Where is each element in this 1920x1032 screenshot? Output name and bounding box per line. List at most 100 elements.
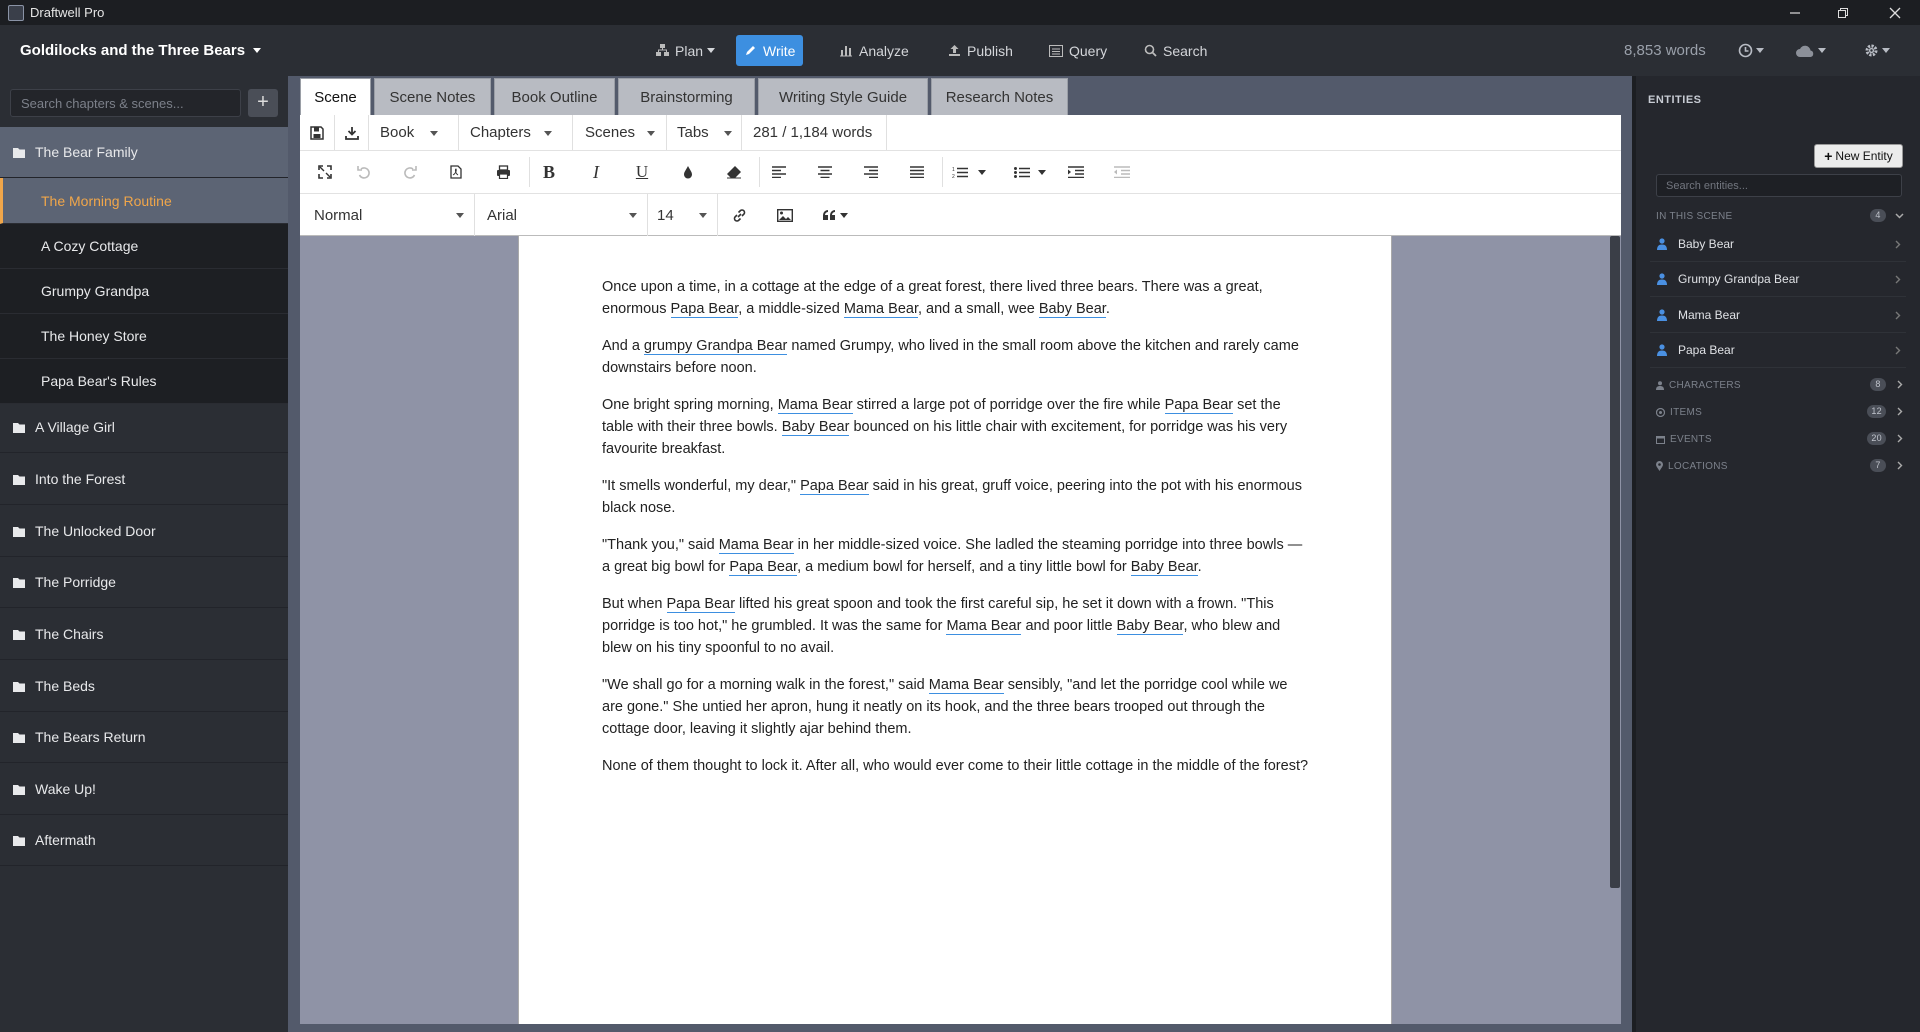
events-section[interactable]: EVENTS 20 (1656, 429, 1906, 449)
entity-link[interactable]: Baby Bear (1116, 618, 1184, 635)
entity-item[interactable]: Baby Bear (1650, 227, 1906, 262)
tab-scene[interactable]: Scene (300, 78, 371, 115)
chapter-item[interactable]: Aftermath (0, 815, 288, 866)
align-left-button[interactable] (766, 151, 792, 193)
items-section[interactable]: ITEMS 12 (1656, 402, 1906, 422)
tab-book-outline[interactable]: Book Outline (494, 78, 615, 115)
export-button[interactable] (335, 115, 368, 150)
paragraph-style-select[interactable]: Normal (314, 194, 474, 236)
fullscreen-button[interactable] (312, 151, 338, 193)
chapter-item[interactable]: Wake Up! (0, 764, 288, 815)
scene-paragraph[interactable]: "It smells wonderful, my dear," Papa Bea… (602, 475, 1312, 519)
tabs-select[interactable]: Tabs (677, 115, 742, 150)
tab-brainstorming[interactable]: Brainstorming (618, 78, 755, 115)
scene-paragraph[interactable]: And a grumpy Grandpa Bear named Grumpy, … (602, 335, 1312, 379)
scene-item[interactable]: The Morning Routine (0, 178, 288, 224)
align-center-button[interactable] (812, 151, 838, 193)
scene-paragraph[interactable]: "Thank you," said Mama Bear in her middl… (602, 534, 1312, 578)
menu-write[interactable]: Write (736, 35, 804, 66)
menu-search[interactable]: Search (1136, 35, 1215, 66)
underline-button[interactable]: U (629, 151, 655, 193)
redo-button[interactable] (397, 151, 423, 193)
tab-research-notes[interactable]: Research Notes (931, 78, 1068, 115)
close-window-button[interactable] (1872, 0, 1918, 25)
tab-writing-style-guide[interactable]: Writing Style Guide (758, 78, 928, 115)
entity-search-input[interactable] (1656, 174, 1902, 197)
undo-button[interactable] (351, 151, 377, 193)
menu-query[interactable]: Query (1041, 35, 1115, 66)
entity-link[interactable]: Papa Bear (800, 478, 869, 495)
numbered-list-button[interactable]: 12 (949, 151, 989, 193)
bold-button[interactable]: B (536, 151, 562, 193)
entity-link[interactable]: Mama Bear (718, 537, 794, 554)
cloud-sync-dropdown[interactable] (1795, 25, 1826, 76)
menu-plan[interactable]: Plan (648, 35, 723, 66)
scene-paragraph[interactable]: "We shall go for a morning walk in the f… (602, 674, 1312, 740)
entity-item[interactable]: Papa Bear (1650, 333, 1906, 368)
editor-scrollbar[interactable] (1610, 236, 1620, 888)
menu-analyze[interactable]: Analyze (831, 35, 917, 66)
entity-link[interactable]: Papa Bear (1164, 397, 1234, 414)
locations-section[interactable]: LOCATIONS 7 (1656, 456, 1906, 476)
minimize-button[interactable] (1772, 0, 1818, 25)
add-chapter-button[interactable]: + (248, 89, 278, 117)
outdent-button[interactable] (1109, 151, 1135, 193)
insert-link-button[interactable] (726, 194, 752, 236)
chapters-select[interactable]: Chapters (470, 115, 562, 150)
scene-item[interactable]: A Cozy Cottage (0, 224, 288, 269)
scene-paragraph[interactable]: One bright spring morning, Mama Bear sti… (602, 394, 1312, 460)
book-select[interactable]: Book (380, 115, 448, 150)
chapter-item[interactable]: The Beds (0, 661, 288, 712)
entity-link[interactable]: Papa Bear (729, 559, 798, 576)
settings-dropdown[interactable] (1864, 25, 1890, 76)
new-entity-button[interactable]: + New Entity (1814, 144, 1903, 168)
menu-publish[interactable]: Publish (940, 35, 1021, 66)
entity-link[interactable]: Papa Bear (666, 596, 736, 613)
font-size-select[interactable]: 14 (657, 194, 717, 236)
save-button[interactable] (300, 115, 334, 150)
entity-link[interactable]: Mama Bear (928, 677, 1004, 694)
insert-image-button[interactable] (772, 194, 798, 236)
entity-item[interactable]: Mama Bear (1650, 298, 1906, 333)
document-page[interactable]: Once upon a time, in a cottage at the ed… (518, 236, 1392, 1024)
history-dropdown[interactable] (1738, 25, 1764, 76)
in-this-scene-header[interactable]: IN THIS SCENE 4 (1656, 206, 1906, 226)
scene-item[interactable]: Grumpy Grandpa (0, 269, 288, 314)
entity-item[interactable]: Grumpy Grandpa Bear (1650, 262, 1906, 297)
clear-format-button[interactable] (721, 151, 747, 193)
indent-button[interactable] (1063, 151, 1089, 193)
tab-scene-notes[interactable]: Scene Notes (374, 78, 491, 115)
entity-link[interactable]: Papa Bear (670, 301, 739, 318)
chapter-item[interactable]: The Porridge (0, 557, 288, 608)
scene-text[interactable]: Once upon a time, in a cottage at the ed… (602, 276, 1312, 792)
print-button[interactable] (490, 151, 516, 193)
entity-link[interactable]: Baby Bear (1130, 559, 1198, 576)
chapter-item[interactable]: The Bears Return (0, 712, 288, 763)
scenes-select[interactable]: Scenes (585, 115, 665, 150)
export-pdf-button[interactable] (443, 151, 469, 193)
font-family-select[interactable]: Arial (487, 194, 647, 236)
entity-link[interactable]: Mama Bear (843, 301, 918, 318)
scene-paragraph[interactable]: Once upon a time, in a cottage at the ed… (602, 276, 1312, 320)
restore-button[interactable] (1820, 0, 1866, 25)
align-right-button[interactable] (858, 151, 884, 193)
chapter-item[interactable]: The Bear Family (0, 127, 288, 178)
text-color-button[interactable] (675, 151, 701, 193)
scene-paragraph[interactable]: But when Papa Bear lifted his great spoo… (602, 593, 1312, 659)
scene-item[interactable]: The Honey Store (0, 314, 288, 359)
entity-link[interactable]: Baby Bear (1038, 301, 1106, 318)
justify-button[interactable] (904, 151, 930, 193)
chapter-item[interactable]: The Chairs (0, 609, 288, 660)
chapter-item[interactable]: Into the Forest (0, 454, 288, 505)
chapter-search-input[interactable] (10, 89, 241, 117)
entity-link[interactable]: Mama Bear (777, 397, 853, 414)
blockquote-button[interactable] (818, 194, 852, 236)
italic-button[interactable]: I (583, 151, 609, 193)
scene-item[interactable]: Papa Bear's Rules (0, 359, 288, 404)
characters-section[interactable]: CHARACTERS 8 (1656, 375, 1906, 395)
chapter-item[interactable]: A Village Girl (0, 402, 288, 453)
book-title-dropdown[interactable]: Goldilocks and the Three Bears (20, 25, 262, 76)
entity-link[interactable]: grumpy Grandpa Bear (643, 338, 788, 355)
scene-paragraph[interactable]: None of them thought to lock it. After a… (602, 755, 1312, 777)
entity-link[interactable]: Mama Bear (946, 618, 1022, 635)
